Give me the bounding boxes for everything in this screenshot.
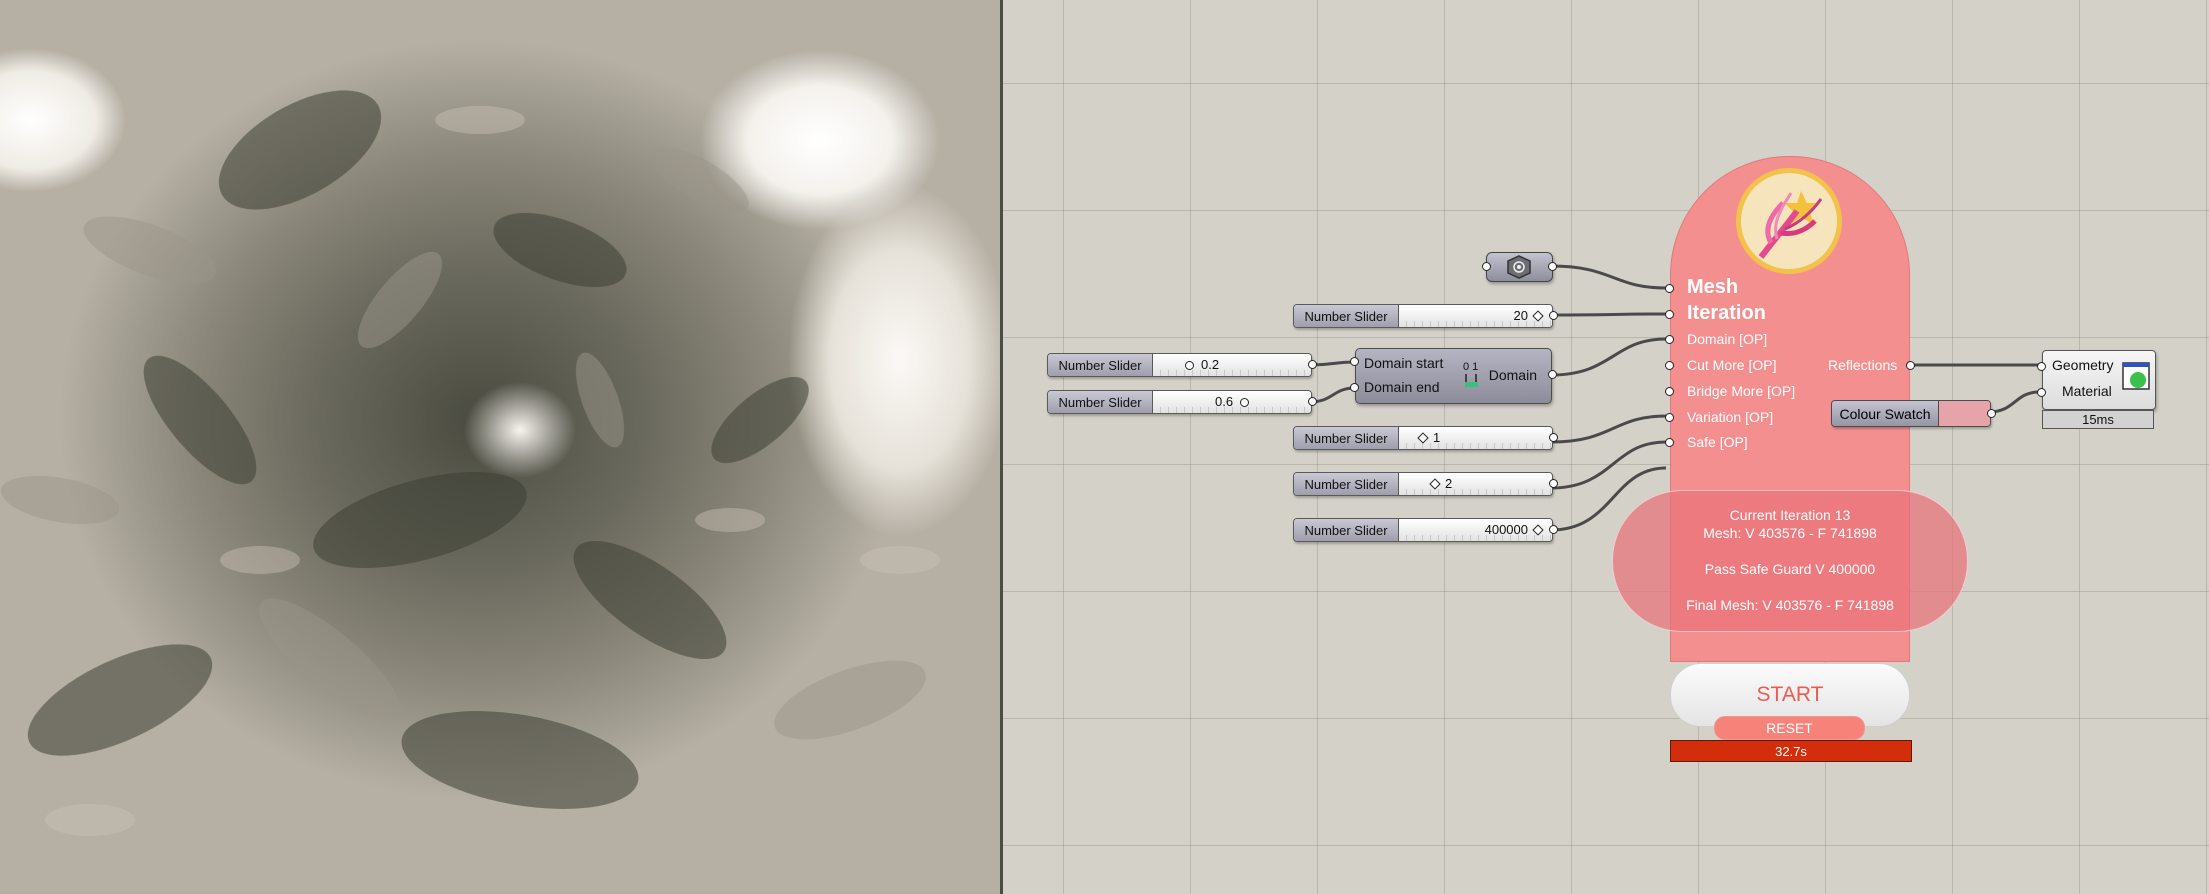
input-port[interactable] xyxy=(1665,387,1674,396)
mesh-parameter[interactable] xyxy=(1482,252,1557,282)
construct-domain-component[interactable]: Domain start Domain end 0 1 Domain xyxy=(1350,348,1557,404)
preview-time-badge: 15ms xyxy=(2042,410,2154,429)
input-geometry[interactable]: Geometry xyxy=(2052,357,2113,373)
slider-label: Number Slider xyxy=(1294,519,1399,541)
output-reflections[interactable]: Reflections xyxy=(1828,357,1897,373)
input-domain-start[interactable]: Domain start xyxy=(1364,355,1443,371)
slider-value: 0.2 xyxy=(1201,357,1220,372)
number-slider-iteration[interactable]: Number Slider 20 xyxy=(1293,304,1558,328)
slider-label: Number Slider xyxy=(1048,391,1153,413)
slider-grip[interactable] xyxy=(1429,478,1441,490)
input-domain-end[interactable]: Domain end xyxy=(1364,379,1440,395)
number-slider-cut-more[interactable]: Number Slider 1 xyxy=(1293,426,1558,450)
output-port[interactable] xyxy=(1548,262,1557,271)
slider-track[interactable]: 20 xyxy=(1399,305,1552,327)
input-port[interactable] xyxy=(2037,388,2046,397)
input-variation[interactable]: Variation [OP] xyxy=(1687,409,1773,425)
output-port[interactable] xyxy=(1906,361,1915,370)
output-port[interactable] xyxy=(1548,370,1557,379)
slider-track[interactable]: 0.2 xyxy=(1153,354,1311,376)
reset-button[interactable]: RESET xyxy=(1714,716,1865,740)
slider-track[interactable]: 1 xyxy=(1399,427,1552,449)
output-port[interactable] xyxy=(1549,311,1558,320)
slider-grip[interactable] xyxy=(1417,432,1429,444)
slider-track[interactable]: 2 xyxy=(1399,473,1552,495)
slider-value: 0.6 xyxy=(1215,394,1234,409)
domain-icon: 0 1 xyxy=(1458,361,1488,389)
number-slider-bridge-more[interactable]: Number Slider 2 xyxy=(1293,472,1558,496)
colour-swatch-color[interactable] xyxy=(1939,401,1990,426)
status-final-mesh: Final Mesh: V 403576 - F 741898 xyxy=(1686,597,1894,613)
slider-value: 20 xyxy=(1513,308,1528,323)
input-bridge-more[interactable]: Bridge More [OP] xyxy=(1687,383,1795,399)
slider-value: 1 xyxy=(1433,430,1441,445)
input-port[interactable] xyxy=(2037,362,2046,371)
slider-grip[interactable] xyxy=(1240,398,1249,407)
colour-swatch-label: Colour Swatch xyxy=(1832,401,1939,426)
slider-label: Number Slider xyxy=(1294,305,1399,327)
slider-track[interactable]: 400000 xyxy=(1399,519,1552,541)
input-port[interactable] xyxy=(1350,357,1359,366)
slider-value: 2 xyxy=(1445,476,1453,491)
render-viewport[interactable] xyxy=(0,0,1000,894)
input-mesh[interactable]: Mesh xyxy=(1687,276,1738,299)
status-safe-guard: Pass Safe Guard V 400000 xyxy=(1704,561,1876,577)
input-material[interactable]: Material xyxy=(2062,383,2112,399)
number-slider-safe[interactable]: Number Slider 400000 xyxy=(1293,518,1558,542)
grasshopper-canvas[interactable]: Number Slider 20 Number Slider 0.2 Numbe… xyxy=(1003,0,2209,894)
connection-wires xyxy=(1309,264,2040,532)
status-panel: Current Iteration 13 Mesh: V 403576 - F … xyxy=(1612,490,1968,632)
slider-value: 400000 xyxy=(1484,522,1528,537)
input-port[interactable] xyxy=(1665,310,1674,319)
input-iteration[interactable]: Iteration xyxy=(1687,302,1766,325)
input-port[interactable] xyxy=(1665,335,1674,344)
output-port[interactable] xyxy=(1308,397,1317,406)
status-mesh: Mesh: V 403576 - F 741898 xyxy=(1703,525,1877,541)
slider-label: Number Slider xyxy=(1294,473,1399,495)
input-port[interactable] xyxy=(1665,413,1674,422)
slider-label: Number Slider xyxy=(1294,427,1399,449)
slider-track[interactable]: 0.6 xyxy=(1153,391,1311,413)
custom-preview-component[interactable]: Geometry Material xyxy=(2037,350,2156,410)
number-slider-domain-start[interactable]: Number Slider 0.2 xyxy=(1047,353,1317,377)
input-domain[interactable]: Domain [OP] xyxy=(1687,331,1767,347)
output-port[interactable] xyxy=(1308,360,1317,369)
slider-grip[interactable] xyxy=(1532,524,1544,536)
custom-preview-icon xyxy=(2122,362,2150,390)
input-port[interactable] xyxy=(1665,361,1674,370)
status-iteration: Current Iteration 13 xyxy=(1729,507,1851,523)
slider-grip[interactable] xyxy=(1532,310,1544,322)
fractal-flower-logo xyxy=(1736,168,1842,274)
output-port[interactable] xyxy=(1987,409,1996,418)
input-safe[interactable]: Safe [OP] xyxy=(1687,434,1748,450)
output-port[interactable] xyxy=(1549,525,1558,534)
input-port[interactable] xyxy=(1665,438,1674,447)
colour-swatch[interactable]: Colour Swatch xyxy=(1831,400,1996,427)
input-port[interactable] xyxy=(1665,284,1674,293)
hexagon-mesh-icon xyxy=(1507,255,1531,279)
input-cut-more[interactable]: Cut More [OP] xyxy=(1687,357,1776,373)
output-domain[interactable]: Domain xyxy=(1489,367,1537,383)
input-port[interactable] xyxy=(1350,383,1359,392)
slider-grip[interactable] xyxy=(1185,361,1194,370)
slider-label: Number Slider xyxy=(1048,354,1153,376)
mesh-render xyxy=(0,90,940,836)
output-port[interactable] xyxy=(1549,479,1558,488)
number-slider-domain-end[interactable]: Number Slider 0.6 xyxy=(1047,390,1317,414)
elapsed-time-bar: 32.7s xyxy=(1670,740,1912,762)
input-port[interactable] xyxy=(1482,262,1491,271)
output-port[interactable] xyxy=(1549,433,1558,442)
